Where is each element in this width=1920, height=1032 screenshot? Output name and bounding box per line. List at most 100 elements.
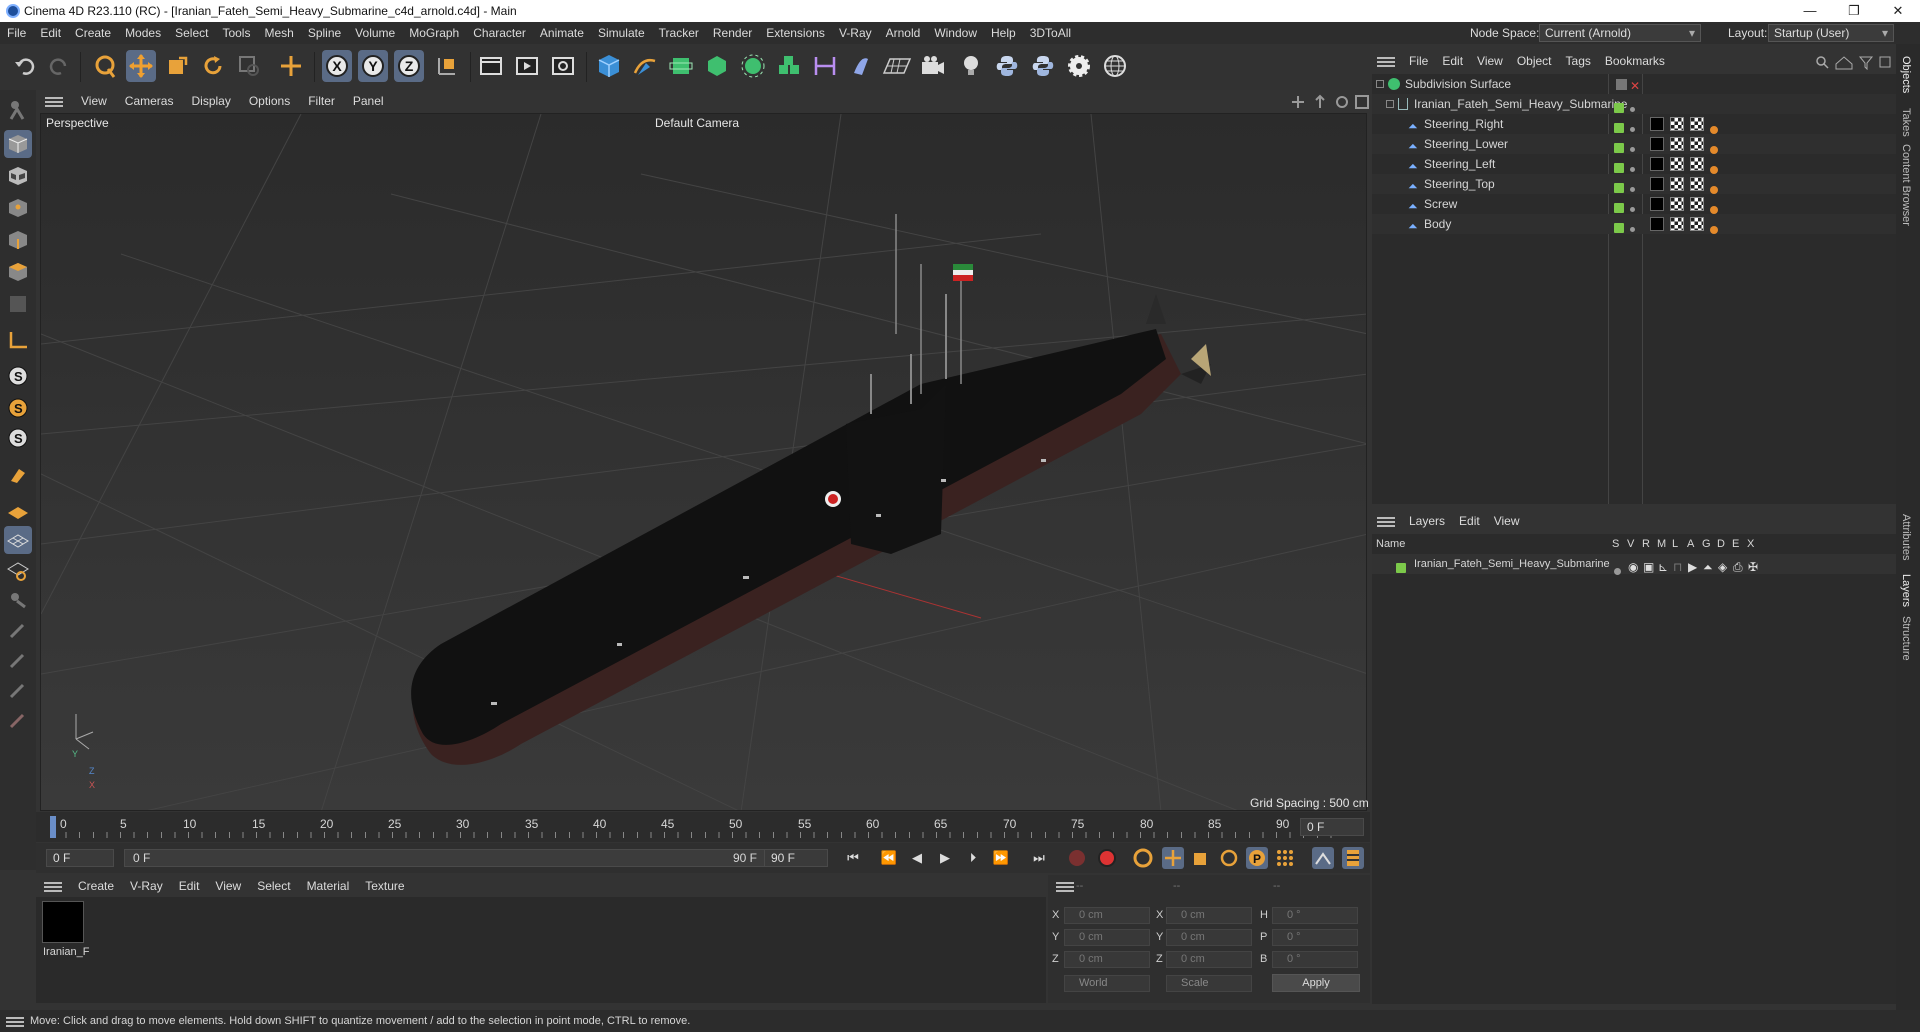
material-menu-select[interactable]: Select: [249, 875, 298, 897]
layer-generators-icon[interactable]: ⏶: [1703, 557, 1713, 577]
texture-tag-icon[interactable]: [1670, 217, 1684, 237]
key-rotation-icon[interactable]: [1218, 847, 1240, 869]
object-menu-object[interactable]: Object: [1510, 50, 1559, 72]
menu-mograph[interactable]: MoGraph: [402, 22, 466, 44]
menu-modes[interactable]: Modes: [118, 22, 168, 44]
coord-mode-dropdown[interactable]: Scale: [1166, 975, 1252, 992]
menu-spline[interactable]: Spline: [301, 22, 348, 44]
visibility-dots-icon[interactable]: [1630, 218, 1635, 238]
quantize-icon[interactable]: S: [4, 424, 32, 452]
layer-render-icon[interactable]: ▣: [1643, 557, 1654, 577]
render-disabled-icon[interactable]: ✕: [1630, 76, 1640, 96]
undo-icon[interactable]: [10, 50, 40, 82]
mograph-cloner-icon[interactable]: [774, 50, 804, 82]
x-axis-lock-icon[interactable]: X: [322, 50, 352, 82]
layer-menu-view[interactable]: View: [1487, 510, 1527, 532]
make-editable-icon[interactable]: [4, 96, 32, 124]
field-icon[interactable]: [846, 50, 876, 82]
object-toolbar-icons[interactable]: [1814, 54, 1894, 70]
current-frame-field[interactable]: 0 F: [1300, 818, 1364, 836]
previous-key-icon[interactable]: ⏪: [878, 847, 900, 869]
tweak-mode-icon[interactable]: [4, 460, 32, 488]
status-hamburger-icon[interactable]: [6, 1010, 24, 1032]
layer-deformers-icon[interactable]: ◈: [1718, 557, 1727, 577]
tab-objects[interactable]: Objects: [1900, 56, 1912, 93]
node-space-dropdown[interactable]: Current (Arnold): [1539, 24, 1701, 42]
dope-sheet-icon[interactable]: [1342, 847, 1364, 869]
material-menu-create[interactable]: Create: [70, 875, 122, 897]
editor-toggle-icon[interactable]: [1616, 79, 1627, 90]
arnold-tag-icon[interactable]: [1710, 220, 1718, 240]
tab-layers[interactable]: Layers: [1900, 574, 1912, 607]
planar-workplane-icon[interactable]: [4, 556, 32, 584]
tab-takes[interactable]: Takes: [1900, 108, 1912, 137]
sculpt-pull-icon[interactable]: [4, 616, 32, 644]
previous-frame-icon[interactable]: ◀: [906, 847, 928, 869]
material-hamburger-icon[interactable]: [36, 875, 70, 897]
viewport-menu-cameras[interactable]: Cameras: [116, 90, 183, 112]
python-icon[interactable]: [992, 50, 1022, 82]
polygons-mode-icon[interactable]: [4, 258, 32, 286]
material-menu-edit[interactable]: Edit: [171, 875, 208, 897]
menu-file[interactable]: File: [0, 22, 33, 44]
menu-window[interactable]: Window: [927, 22, 984, 44]
render-picture-viewer-icon[interactable]: [512, 50, 542, 82]
menu-tools[interactable]: Tools: [215, 22, 257, 44]
menu-mesh[interactable]: Mesh: [257, 22, 300, 44]
viewport-nav-icons[interactable]: [1290, 94, 1370, 110]
viewport-menu-options[interactable]: Options: [240, 90, 299, 112]
object-row-steering-right[interactable]: ⏶ Steering_Right: [1372, 114, 1896, 134]
material-menu-material[interactable]: Material: [299, 875, 358, 897]
end-frame-field[interactable]: 90 F: [764, 849, 828, 867]
timeline-ruler[interactable]: 0 5 10 15 20 25 30 35 40 45 50 55 60 65 …: [36, 812, 1370, 842]
playhead-marker[interactable]: [50, 816, 56, 838]
menu-animate[interactable]: Animate: [533, 22, 591, 44]
autokey-icon[interactable]: [1096, 847, 1118, 869]
object-row-body[interactable]: ⏶ Body: [1372, 214, 1896, 234]
rotation-b-field[interactable]: 0 °: [1272, 951, 1358, 968]
y-axis-lock-icon[interactable]: Y: [358, 50, 388, 82]
texture-mode-icon[interactable]: [4, 162, 32, 190]
camera-icon[interactable]: [918, 50, 948, 82]
menu-tracker[interactable]: Tracker: [652, 22, 706, 44]
layout-dropdown[interactable]: Startup (User): [1768, 24, 1894, 42]
object-menu-edit[interactable]: Edit: [1435, 50, 1470, 72]
coord-system-dropdown[interactable]: World: [1064, 975, 1150, 992]
layer-visible-icon[interactable]: ◉: [1628, 557, 1638, 577]
restore-button[interactable]: ❐: [1832, 0, 1876, 22]
menu-3dtoall[interactable]: 3DToAll: [1023, 22, 1078, 44]
material-swatch[interactable]: [42, 901, 84, 943]
object-menu-file[interactable]: File: [1402, 50, 1435, 72]
sculpt-smooth-icon[interactable]: [4, 646, 32, 674]
material-tag-icon[interactable]: [1650, 217, 1664, 237]
viewport-menu-filter[interactable]: Filter: [299, 90, 344, 112]
extrude-generator-icon[interactable]: [702, 50, 732, 82]
paint-tool-icon[interactable]: [4, 586, 32, 614]
menu-extensions[interactable]: Extensions: [759, 22, 832, 44]
placement-tool-icon[interactable]: [276, 50, 306, 82]
record-icon[interactable]: [1066, 847, 1088, 869]
layer-color-icon[interactable]: [1396, 559, 1406, 579]
layer-lock-icon[interactable]: ⊓: [1673, 557, 1682, 577]
material-name[interactable]: Iranian_F: [43, 946, 89, 958]
viewport-camera-label[interactable]: Default Camera: [655, 116, 739, 130]
start-frame-field[interactable]: 0 F: [46, 849, 114, 867]
menu-vray[interactable]: V-Ray: [832, 22, 879, 44]
coordinate-system-icon[interactable]: [432, 50, 462, 82]
play-icon[interactable]: ▶: [934, 847, 956, 869]
rotation-h-field[interactable]: 0 °: [1272, 907, 1358, 924]
object-row-steering-left[interactable]: ⏶ Steering_Left: [1372, 154, 1896, 174]
settings-gear-icon[interactable]: [1064, 50, 1094, 82]
menu-arnold[interactable]: Arnold: [879, 22, 928, 44]
layer-menu-edit[interactable]: Edit: [1452, 510, 1487, 532]
material-menu-view[interactable]: View: [207, 875, 249, 897]
position-z-field[interactable]: 0 cm: [1064, 951, 1150, 968]
redo-icon[interactable]: [44, 50, 74, 82]
object-menu-tags[interactable]: Tags: [1559, 50, 1598, 72]
key-parameter-icon[interactable]: P: [1246, 847, 1268, 869]
live-selection-icon[interactable]: [90, 50, 120, 82]
object-row-submarine[interactable]: Iranian_Fateh_Semi_Heavy_Submarine: [1372, 94, 1896, 114]
snap-icon[interactable]: S: [4, 362, 32, 390]
texture-tag-icon[interactable]: [1690, 217, 1704, 237]
object-row-steering-lower[interactable]: ⏶ Steering_Lower: [1372, 134, 1896, 154]
